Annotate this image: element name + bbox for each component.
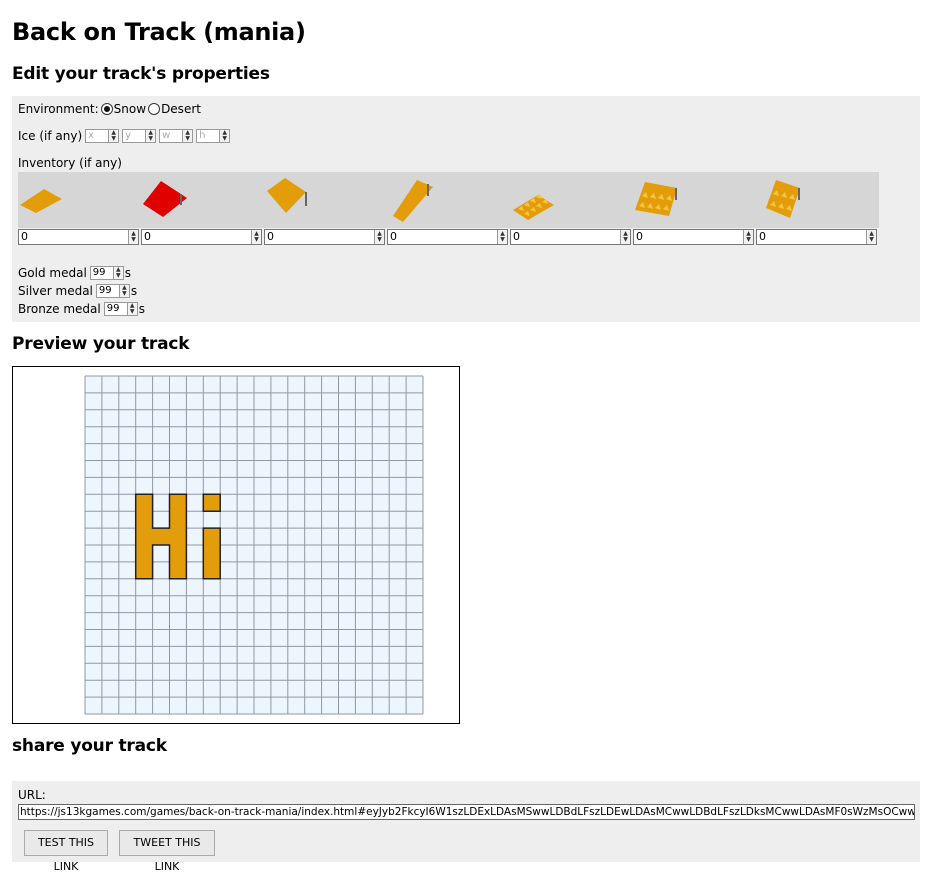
booster-ramp-icon[interactable] [633, 172, 756, 228]
silver-medal-row: Silver medal 99 ▲ ▼ s [18, 284, 137, 298]
snow-label: Snow [113, 102, 147, 116]
gold-medal-row: Gold medal 99 ▲ ▼ s [18, 266, 131, 280]
desert-radio[interactable] [148, 103, 161, 115]
track-tile[interactable] [135, 511, 153, 529]
inventory-input-5[interactable]: 0 ▲ ▼ [510, 229, 631, 245]
track-tile[interactable] [135, 494, 153, 512]
track-tile[interactable] [203, 528, 221, 545]
tweet-link-button[interactable]: TWEET THIS LINK [119, 830, 215, 873]
silver-medal-label: Silver medal [18, 284, 93, 298]
track-grid[interactable] [13, 367, 459, 723]
share-heading: share your track [12, 736, 167, 756]
inventory-input-3[interactable]: 0 ▲ ▼ [264, 229, 385, 245]
gold-medal-input[interactable]: 99 ▲ ▼ [89, 266, 124, 280]
ice-x-input[interactable]: x ▲ ▼ [85, 129, 120, 143]
ice-label: Ice (if any) [18, 129, 83, 143]
bronze-medal-unit: s [138, 302, 145, 316]
track-tile[interactable] [152, 528, 170, 545]
ice-y-input[interactable]: y ▲ ▼ [122, 129, 157, 143]
track-tile[interactable] [203, 561, 221, 579]
inventory-input-6[interactable]: 0 ▲ ▼ [633, 229, 754, 245]
bronze-medal-label: Bronze medal [18, 302, 101, 316]
gold-medal-unit: s [124, 266, 132, 280]
inventory-strip [18, 172, 879, 228]
booster-pad-icon[interactable] [510, 172, 633, 228]
track-tile[interactable] [169, 561, 187, 579]
url-field[interactable]: https://js13kgames.com/games/back-on-tra… [18, 804, 915, 820]
bronze-medal-row: Bronze medal 99 ▲ ▼ s [18, 302, 145, 316]
snow-radio[interactable] [100, 103, 113, 115]
track-tile[interactable] [169, 494, 187, 512]
track-tile[interactable] [203, 494, 221, 512]
inventory-input-4[interactable]: 0 ▲ ▼ [387, 229, 508, 245]
desert-label: Desert [161, 102, 201, 116]
track-tile[interactable] [169, 545, 187, 562]
silver-medal-unit: s [130, 284, 138, 298]
red-ramp-icon[interactable] [141, 172, 264, 228]
track-tile[interactable] [135, 528, 153, 545]
track-tile[interactable] [135, 545, 153, 562]
tall-ramp-icon[interactable] [264, 172, 387, 228]
gold-medal-label: Gold medal [18, 266, 87, 280]
inventory-input-7[interactable]: 0 ▲ ▼ [756, 229, 877, 245]
booster-ramp-tall-icon[interactable] [756, 172, 879, 228]
track-preview-canvas[interactable] [12, 366, 460, 724]
environment-label: Environment: [18, 102, 99, 116]
ice-w-input[interactable]: w ▲ ▼ [159, 129, 194, 143]
preview-heading: Preview your track [12, 334, 190, 354]
url-label: URL: [18, 788, 46, 802]
ice-row: Ice (if any) x ▲ ▼ y ▲ ▼ w ▲ ▼ h ▲ ▼ [18, 129, 231, 143]
silver-medal-input[interactable]: 99 ▲ ▼ [95, 284, 130, 298]
bronze-medal-input[interactable]: 99 ▲ ▼ [103, 302, 138, 316]
track-tile[interactable] [169, 511, 187, 529]
track-tile[interactable] [169, 528, 187, 545]
ice-h-input[interactable]: h ▲ ▼ [196, 129, 231, 143]
flat-ramp-icon[interactable] [18, 172, 141, 228]
inventory-input-1[interactable]: 0 ▲ ▼ [18, 229, 139, 245]
track-tile[interactable] [203, 545, 221, 562]
long-ramp-icon[interactable] [387, 172, 510, 228]
test-link-button[interactable]: TEST THIS LINK [24, 830, 108, 873]
properties-heading: Edit your track's properties [12, 64, 270, 84]
page-title: Back on Track (mania) [12, 18, 306, 46]
environment-row: Environment: Snow Desert [18, 102, 201, 116]
properties-panel: Environment: Snow Desert Ice (if any) x ▲… [12, 96, 920, 322]
track-tile[interactable] [135, 561, 153, 579]
inventory-input-2[interactable]: 0 ▲ ▼ [141, 229, 262, 245]
inventory-label: Inventory (if any) [18, 156, 122, 170]
